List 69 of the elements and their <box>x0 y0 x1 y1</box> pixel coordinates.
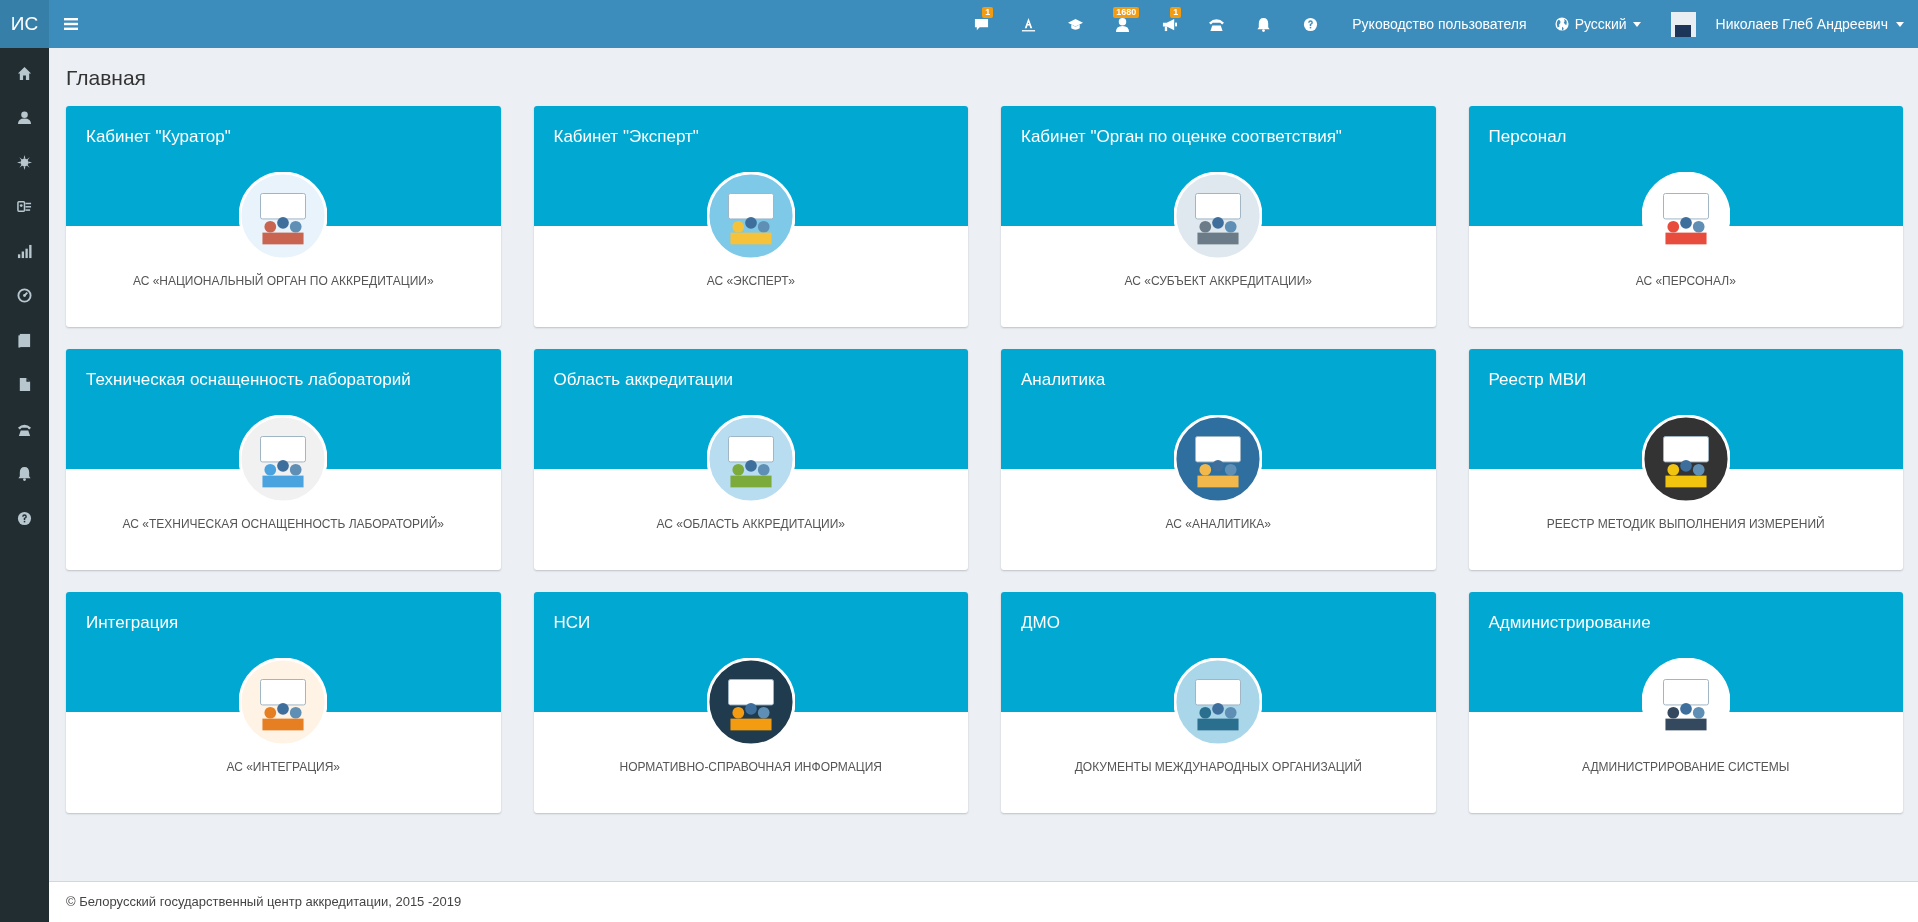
user-icon[interactable] <box>1115 16 1131 32</box>
user-menu[interactable]: Николаев Глеб Андреевич <box>1670 11 1904 37</box>
card-subtitle: АС «ЭКСПЕРТ» <box>706 273 795 290</box>
id-card-icon[interactable] <box>17 199 32 215</box>
notification-badge: 1680 <box>1113 7 1140 18</box>
module-card[interactable]: Реестр МВИ РЕЕСТР МЕТОДИК ВЫПОЛНЕНИЯ ИЗМЕРЕНИЙ <box>1468 349 1903 570</box>
copyright-text: © Белорусский государственный центр аккредитации, 2015 -2019 <box>66 893 462 912</box>
card-title: Область аккредитации <box>553 370 733 389</box>
help-icon[interactable] <box>17 510 32 526</box>
user-icon[interactable] <box>17 110 32 126</box>
module-card[interactable]: Персонал АС «ПЕРСОНАЛ» <box>1468 106 1903 327</box>
card-title: Кабинет "Орган по оценке соответствия" <box>1021 127 1342 146</box>
page-title: Главная <box>66 65 147 91</box>
module-card[interactable]: Администрирование АДМИНИСТРИРОВАНИЕ СИСТЕМЫ <box>1468 592 1903 813</box>
sun-icon[interactable] <box>17 154 32 170</box>
language-dropdown[interactable]: Русский <box>1554 13 1641 35</box>
module-card[interactable]: Кабинет "Орган по оценке соответствия" АС «СУБЪЕКТ АККРЕДИТАЦИИ» <box>1001 106 1436 327</box>
card-title: ДМО <box>1021 613 1060 632</box>
module-card[interactable]: Кабинет "Куратор" АС «НАЦИОНАЛЬНЫЙ ОРГАН ПО АККРЕДИТАЦИИ» <box>66 106 501 327</box>
home-icon[interactable] <box>17 65 32 81</box>
caret-icon <box>1896 21 1904 27</box>
dashboard-icon[interactable] <box>17 288 32 304</box>
module-card[interactable]: Аналитика АС «АНАЛИТИКА» <box>1001 349 1436 570</box>
card-title: Реестр МВИ <box>1488 370 1587 389</box>
card-title: Техническая оснащенность лабораторий <box>86 370 411 389</box>
font-icon[interactable] <box>1021 16 1037 32</box>
megaphone-icon[interactable] <box>1162 16 1178 32</box>
card-subtitle: АС «АНАЛИТИКА» <box>1165 516 1271 533</box>
module-card[interactable]: НСИ НОРМАТИВНО-СПРАВОЧНАЯ ИНФОРМАЦИЯ <box>533 592 968 813</box>
module-card[interactable]: Область аккредитации АС «ОБЛАСТЬ АККРЕДИТАЦИИ» <box>533 349 968 570</box>
module-card[interactable]: Техническая оснащенность лабораторий АС «ТЕХНИЧЕСКАЯ ОСНАЩЕННОСТЬ ЛАБОРАТОРИЙ» <box>66 349 501 570</box>
notification-badge: 1 <box>982 7 994 18</box>
card-subtitle: НОРМАТИВНО-СПРАВОЧНАЯ ИНФОРМАЦИЯ <box>619 759 882 776</box>
avatar-image <box>1670 11 1696 37</box>
card-subtitle: АС «ТЕХНИЧЕСКАЯ ОСНАЩЕННОСТЬ ЛАБОРАТОРИЙ» <box>122 515 444 533</box>
card-title: Кабинет "Эксперт" <box>553 127 699 146</box>
card-subtitle: АС «ИНТЕГРАЦИЯ» <box>226 759 341 776</box>
app-logo[interactable]: ИС <box>0 0 49 48</box>
file-icon[interactable] <box>17 377 32 393</box>
card-title: Аналитика <box>1021 370 1106 389</box>
bar-chart-icon[interactable] <box>17 243 32 259</box>
graduation-cap-icon[interactable] <box>1068 16 1084 32</box>
module-card[interactable]: Кабинет "Эксперт" АС «ЭКСПЕРТ» <box>533 106 968 327</box>
phone-icon[interactable] <box>1209 16 1225 32</box>
module-card[interactable]: Интеграция АС «ИНТЕГРАЦИЯ» <box>66 592 501 813</box>
card-subtitle: АДМИНИСТРИРОВАНИЕ СИСТЕМЫ <box>1582 759 1790 776</box>
caret-icon <box>1632 21 1641 27</box>
user-name: Николаев Глеб Андреевич <box>1715 14 1888 34</box>
card-title: Интеграция <box>86 613 179 632</box>
card-subtitle: ДОКУМЕНТЫ МЕЖДУНАРОДНЫХ ОРГАНИЗАЦИЙ <box>1074 758 1362 776</box>
card-title: Кабинет "Куратор" <box>86 127 231 146</box>
bell-icon[interactable] <box>17 466 32 482</box>
card-subtitle: АС «СУБЪЕКТ АККРЕДИТАЦИИ» <box>1124 273 1312 290</box>
book-icon[interactable] <box>17 332 32 348</box>
module-card[interactable]: ДМО ДОКУМЕНТЫ МЕЖДУНАРОДНЫХ ОРГАНИЗАЦИЙ <box>1001 592 1436 813</box>
card-subtitle: АС «ОБЛАСТЬ АККРЕДИТАЦИИ» <box>656 516 845 533</box>
globe-icon <box>1554 17 1569 31</box>
card-title: НСИ <box>553 613 591 632</box>
language-label: Русский <box>1574 14 1627 34</box>
notification-badge: 1 <box>1170 7 1182 18</box>
chat-icon[interactable] <box>974 16 990 32</box>
user-guide-link[interactable]: Руководство пользователя <box>1352 13 1527 35</box>
card-title: Персонал <box>1488 127 1567 146</box>
card-subtitle: РЕЕСТР МЕТОДИК ВЫПОЛНЕНИЯ ИЗМЕРЕНИЙ <box>1546 515 1825 533</box>
card-title: Администрирование <box>1488 613 1651 632</box>
bell-icon[interactable] <box>1256 16 1272 32</box>
help-icon[interactable] <box>1303 16 1319 32</box>
card-subtitle: АС «НАЦИОНАЛЬНЫЙ ОРГАН ПО АККРЕДИТАЦИИ» <box>132 272 434 290</box>
card-subtitle: АС «ПЕРСОНАЛ» <box>1635 273 1736 290</box>
